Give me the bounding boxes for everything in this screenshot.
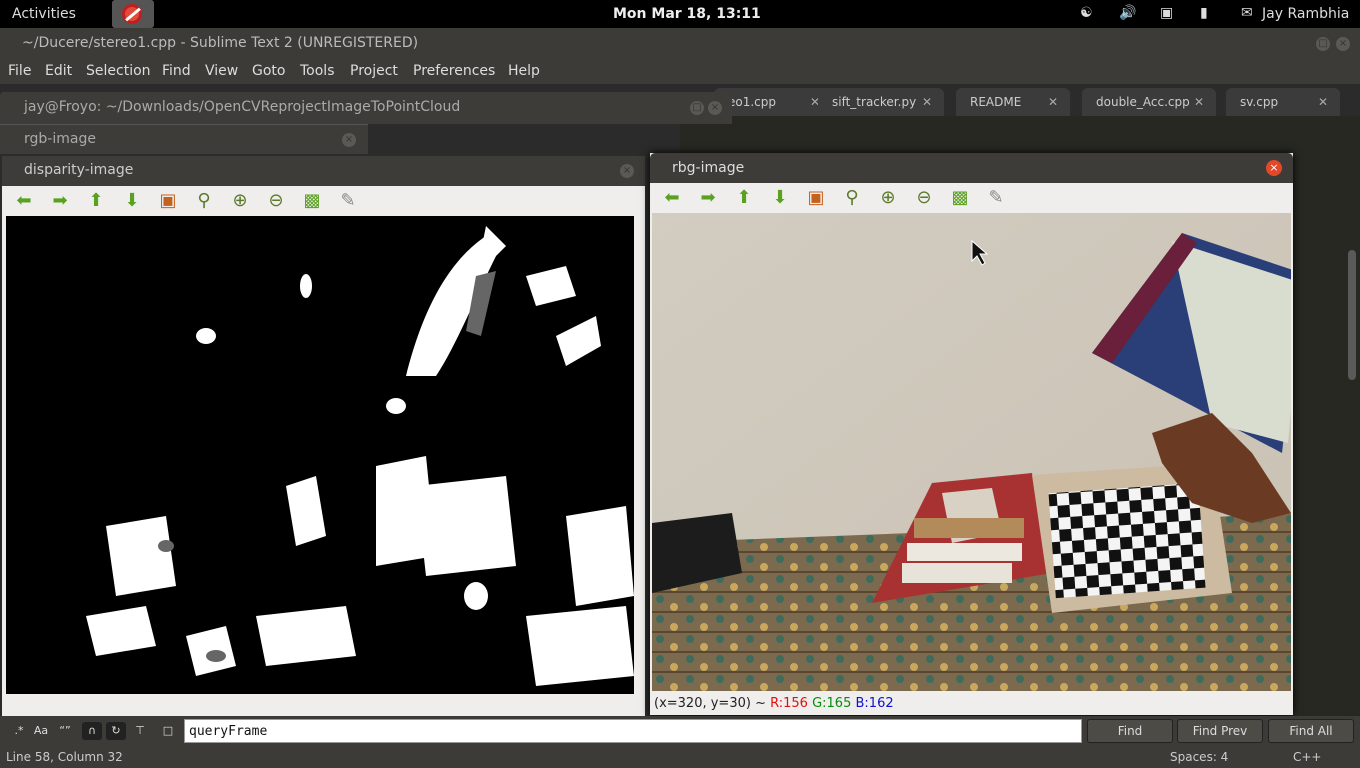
arrow-up-icon[interactable]: ⬆ xyxy=(732,187,756,209)
tab-close-icon[interactable]: ✕ xyxy=(1194,95,1204,109)
arrow-down-icon[interactable]: ⬇ xyxy=(120,190,144,212)
brush-icon[interactable]: ✎ xyxy=(984,187,1008,209)
disparity-window: disparity-image × ⬅ ➡ ⬆ ⬇ ▣ ⚲ ⊕ ⊖ ▩ ✎ xyxy=(2,156,645,716)
network-icon[interactable]: ▣ xyxy=(1160,5,1173,21)
tab-close-icon[interactable]: ✕ xyxy=(1048,95,1058,109)
syntax-setting[interactable]: C++ xyxy=(1293,750,1322,764)
rgb-image-titlebar[interactable]: rgb-image × xyxy=(0,124,368,154)
user-menu[interactable]: Jay Rambhia xyxy=(1262,6,1349,22)
pixel-readout: (x=320, y=30) ~ R:156 G:165 B:162 xyxy=(654,696,894,711)
menu-help[interactable]: Help xyxy=(508,63,540,79)
save-icon[interactable]: ▩ xyxy=(948,187,972,209)
rgb-image-title: rgb-image xyxy=(24,131,96,147)
image-icon[interactable]: ▣ xyxy=(156,190,180,212)
zoom-fit-icon[interactable]: ⚲ xyxy=(840,187,864,209)
arrow-left-icon[interactable]: ⬅ xyxy=(660,187,684,209)
battery-icon[interactable]: ▮ xyxy=(1200,5,1208,21)
menu-selection[interactable]: Selection xyxy=(86,63,151,79)
highlight-icon[interactable]: □ xyxy=(158,722,178,740)
disparity-title: disparity-image xyxy=(24,162,134,178)
sublime-menubar: File Edit Selection Find View Goto Tools… xyxy=(0,60,1360,84)
find-button[interactable]: Find xyxy=(1087,719,1173,743)
disparity-toolbar: ⬅ ➡ ⬆ ⬇ ▣ ⚲ ⊕ ⊖ ▩ ✎ xyxy=(2,186,645,214)
regex-toggle-icon[interactable]: .* xyxy=(8,722,30,740)
zoom-out-icon[interactable]: ⊖ xyxy=(264,190,288,212)
editor-scrollbar[interactable] xyxy=(1348,250,1356,380)
close-icon[interactable]: × xyxy=(1336,37,1350,51)
rbg-toolbar: ⬅ ➡ ⬆ ⬇ ▣ ⚲ ⊕ ⊖ ▩ ✎ xyxy=(650,183,1293,211)
rbg-title: rbg-image xyxy=(672,160,745,176)
arrow-left-icon[interactable]: ⬅ xyxy=(12,190,36,212)
accessibility-icon[interactable]: ☯ xyxy=(1080,5,1093,21)
menu-view[interactable]: View xyxy=(205,63,238,79)
close-icon[interactable]: × xyxy=(620,164,634,178)
rbg-titlebar[interactable]: rbg-image × xyxy=(650,153,1293,183)
maximize-icon[interactable]: □ xyxy=(690,101,704,115)
menu-preferences[interactable]: Preferences xyxy=(413,63,495,79)
disparity-titlebar[interactable]: disparity-image × xyxy=(2,156,645,186)
sublime-window-title: ~/Ducere/stereo1.cpp - Sublime Text 2 (U… xyxy=(22,35,419,51)
arrow-right-icon[interactable]: ➡ xyxy=(696,187,720,209)
menu-edit[interactable]: Edit xyxy=(45,63,72,79)
close-icon[interactable]: × xyxy=(708,101,722,115)
maximize-icon[interactable]: □ xyxy=(1316,37,1330,51)
cursor-position: Line 58, Column 32 xyxy=(6,750,123,764)
find-all-button[interactable]: Find All xyxy=(1268,719,1354,743)
menu-tools[interactable]: Tools xyxy=(300,63,335,79)
find-input[interactable] xyxy=(184,719,1082,743)
zoom-in-icon[interactable]: ⊕ xyxy=(876,187,900,209)
disparity-map xyxy=(6,216,634,694)
case-toggle[interactable]: Aa xyxy=(30,722,52,740)
tab-close-icon[interactable]: ✕ xyxy=(1318,95,1328,109)
user-icon: ✉ xyxy=(1241,5,1253,21)
image-icon[interactable]: ▣ xyxy=(804,187,828,209)
tab-double-acc[interactable]: double_Acc.cpp ✕ xyxy=(1082,88,1216,116)
disparity-image[interactable] xyxy=(6,216,634,694)
find-panel: .* Aa “” ∩ ↻ ⊤ □ Find Find Prev Find All xyxy=(0,716,1360,746)
brush-icon[interactable]: ✎ xyxy=(336,190,360,212)
pixel-blue: B:162 xyxy=(855,696,894,711)
pixel-red: R:156 xyxy=(770,696,808,711)
pixel-green: G:165 xyxy=(812,696,852,711)
editor-tabs: eo1.cpp ✕ sift_tracker.py ✕ README ✕ double… xyxy=(680,86,1360,116)
in-selection-icon[interactable]: ⊤ xyxy=(130,722,150,740)
menu-find[interactable]: Find xyxy=(162,63,191,79)
terminal-title: jay@Froyo: ~/Downloads/OpenCVReprojectIm… xyxy=(24,99,461,115)
tab-sift-tracker[interactable]: sift_tracker.py ✕ xyxy=(818,88,944,116)
zoom-in-icon[interactable]: ⊕ xyxy=(228,190,252,212)
menu-goto[interactable]: Goto xyxy=(252,63,285,79)
terminal-titlebar[interactable]: jay@Froyo: ~/Downloads/OpenCVReprojectIm… xyxy=(0,92,732,124)
status-bar: Line 58, Column 32 Spaces: 4 C++ xyxy=(0,746,1360,768)
volume-icon[interactable]: 🔊 xyxy=(1119,5,1136,21)
sublime-titlebar[interactable]: ~/Ducere/stereo1.cpp - Sublime Text 2 (U… xyxy=(0,28,1360,60)
tab-readme[interactable]: README ✕ xyxy=(956,88,1070,116)
tab-close-icon[interactable]: ✕ xyxy=(922,95,932,109)
close-icon[interactable]: × xyxy=(1266,160,1282,176)
app-indicator-icon[interactable] xyxy=(112,0,154,28)
clock[interactable]: Mon Mar 18, 13:11 xyxy=(613,6,761,22)
menu-file[interactable]: File xyxy=(8,63,31,79)
camera-image[interactable] xyxy=(652,213,1291,691)
save-icon[interactable]: ▩ xyxy=(300,190,324,212)
whole-word-toggle[interactable]: “” xyxy=(54,722,76,740)
close-icon[interactable]: × xyxy=(342,133,356,147)
arrow-up-icon[interactable]: ⬆ xyxy=(84,190,108,212)
find-prev-button[interactable]: Find Prev xyxy=(1177,719,1263,743)
zoom-out-icon[interactable]: ⊖ xyxy=(912,187,936,209)
arrow-down-icon[interactable]: ⬇ xyxy=(768,187,792,209)
arrow-right-icon[interactable]: ➡ xyxy=(48,190,72,212)
wrap-icon[interactable]: ↻ xyxy=(106,722,126,740)
camera-photo xyxy=(652,213,1291,691)
menu-project[interactable]: Project xyxy=(350,63,398,79)
top-panel: Activities Mon Mar 18, 13:11 ☯ 🔊 ▣ ▮ ✉ J… xyxy=(0,0,1360,28)
zoom-fit-icon[interactable]: ⚲ xyxy=(192,190,216,212)
reverse-icon[interactable]: ∩ xyxy=(82,722,102,740)
tab-sv[interactable]: sv.cpp ✕ xyxy=(1226,88,1340,116)
activities-button[interactable]: Activities xyxy=(12,6,76,22)
rbg-image-window: rbg-image × ⬅ ➡ ⬆ ⬇ ▣ ⚲ ⊕ ⊖ ▩ ✎ (x=320, … xyxy=(650,153,1293,715)
indentation-setting[interactable]: Spaces: 4 xyxy=(1170,750,1228,764)
pixel-coords: (x=320, y=30) ~ xyxy=(654,696,766,711)
